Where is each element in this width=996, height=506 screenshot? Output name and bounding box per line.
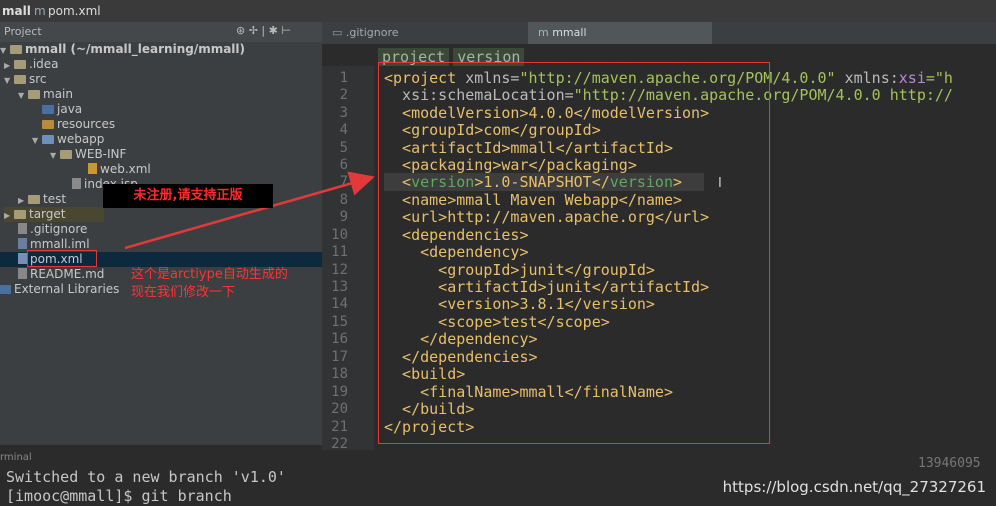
- csdn-watermark: https://blog.csdn.net/qq_27327261: [722, 478, 986, 496]
- terminal-tab[interactable]: rminal: [0, 452, 32, 463]
- unregistered-watermark: 未注册,请支持正版: [103, 184, 273, 208]
- annotation-arrow: [124, 171, 375, 250]
- terminal-line-1: Switched to a new branch 'v1.0': [6, 468, 286, 486]
- terminal-line-2[interactable]: [imooc@mmall]$ git branch: [6, 487, 232, 505]
- corner-id: 13946095: [918, 456, 981, 471]
- annotation-text: 这个是arctiype自动生成的 现在我们修改一下: [131, 267, 288, 300]
